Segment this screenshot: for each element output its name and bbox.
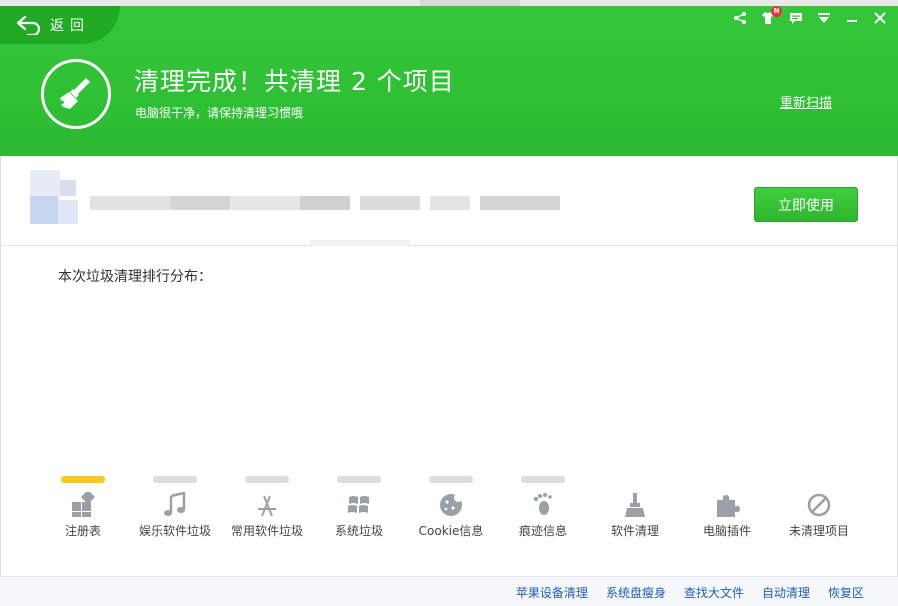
footer-links: 苹果设备清理 系统盘瘦身 查找大文件 自动清理 恢复区 [516, 584, 864, 601]
category-label: 电脑插件 [702, 524, 751, 538]
close-button[interactable] [872, 10, 888, 26]
window-controls: N [732, 6, 888, 26]
category-label: 常用软件垃圾 [230, 524, 303, 538]
message-icon [790, 13, 802, 24]
category-registry[interactable]: 注册表 [37, 476, 129, 546]
category-common-software[interactable]: 常用软件垃圾 [221, 476, 313, 546]
category-bar [61, 476, 105, 483]
ranking-label: 本次垃圾清理排行分布： [58, 269, 212, 285]
category-label: 软件清理 [610, 524, 659, 538]
app-store-icon [258, 495, 276, 517]
prohibited-icon [807, 493, 831, 517]
music-note-icon [164, 492, 186, 516]
category-label: 系统垃圾 [334, 524, 383, 538]
category-uncleaned[interactable]: 未清理项目 [773, 476, 865, 546]
category-bar [429, 476, 473, 483]
share-button[interactable] [732, 10, 748, 26]
back-button[interactable]: 返回 [0, 6, 120, 44]
footer-link-auto-clean[interactable]: 自动清理 [762, 584, 810, 601]
window-left-border [0, 156, 1, 576]
category-plugins[interactable]: 电脑插件 [681, 476, 773, 546]
clean-status-badge [41, 59, 111, 129]
blurred-promo-content [30, 170, 560, 246]
footer-link-restore[interactable]: 恢复区 [828, 584, 864, 601]
footer-bar: 苹果设备清理 系统盘瘦身 查找大文件 自动清理 恢复区 [0, 576, 898, 606]
footer-link-apple-clean[interactable]: 苹果设备清理 [516, 584, 588, 601]
skin-button[interactable]: N [760, 6, 782, 26]
use-now-button[interactable]: 立即使用 [754, 187, 858, 222]
category-system[interactable]: 系统垃圾 [313, 476, 405, 546]
broom-icon [60, 78, 90, 109]
page-subtitle: 电脑很干净，请保持清理习惯哦 [135, 106, 304, 120]
category-entertainment[interactable]: 娱乐软件垃圾 [129, 476, 221, 546]
category-label: 未清理项目 [788, 524, 849, 538]
category-software-clean[interactable]: 软件清理 [589, 476, 681, 546]
category-list: 注册表 娱乐软件垃圾 常用软件垃圾 系统垃圾 Cookie信息 痕迹信息 软件清… [37, 476, 877, 546]
cookie-icon [440, 494, 462, 516]
footprint-icon [533, 493, 552, 515]
rescan-link[interactable]: 重新扫描 [780, 92, 832, 111]
category-traces[interactable]: 痕迹信息 [497, 476, 589, 546]
broom-icon [625, 493, 645, 517]
minimize-button[interactable] [844, 10, 860, 26]
category-cookie[interactable]: Cookie信息 [405, 476, 497, 546]
footer-link-large-files[interactable]: 查找大文件 [684, 584, 744, 601]
footer-link-disk-slim[interactable]: 系统盘瘦身 [606, 584, 666, 601]
registry-icon [72, 492, 96, 517]
category-label: 娱乐软件垃圾 [138, 524, 211, 538]
minimize-icon [847, 20, 857, 22]
category-label: 注册表 [64, 524, 101, 538]
windows-icon [348, 496, 369, 513]
menu-button[interactable] [816, 10, 832, 26]
back-arrow-icon [16, 15, 41, 35]
category-label: 痕迹信息 [518, 524, 567, 538]
back-label: 返回 [50, 18, 90, 34]
category-bar [521, 476, 565, 483]
page-title: 清理完成！共清理 2 个项目 [134, 67, 455, 96]
share-icon [734, 12, 746, 24]
puzzle-icon [717, 495, 740, 517]
new-badge: N [771, 6, 782, 17]
close-icon [874, 12, 886, 24]
category-bar [153, 476, 197, 483]
feedback-button[interactable] [788, 10, 804, 26]
menu-dropdown-icon [818, 13, 830, 23]
category-label: Cookie信息 [418, 524, 484, 538]
category-bar [245, 476, 289, 483]
category-bar [337, 476, 381, 483]
